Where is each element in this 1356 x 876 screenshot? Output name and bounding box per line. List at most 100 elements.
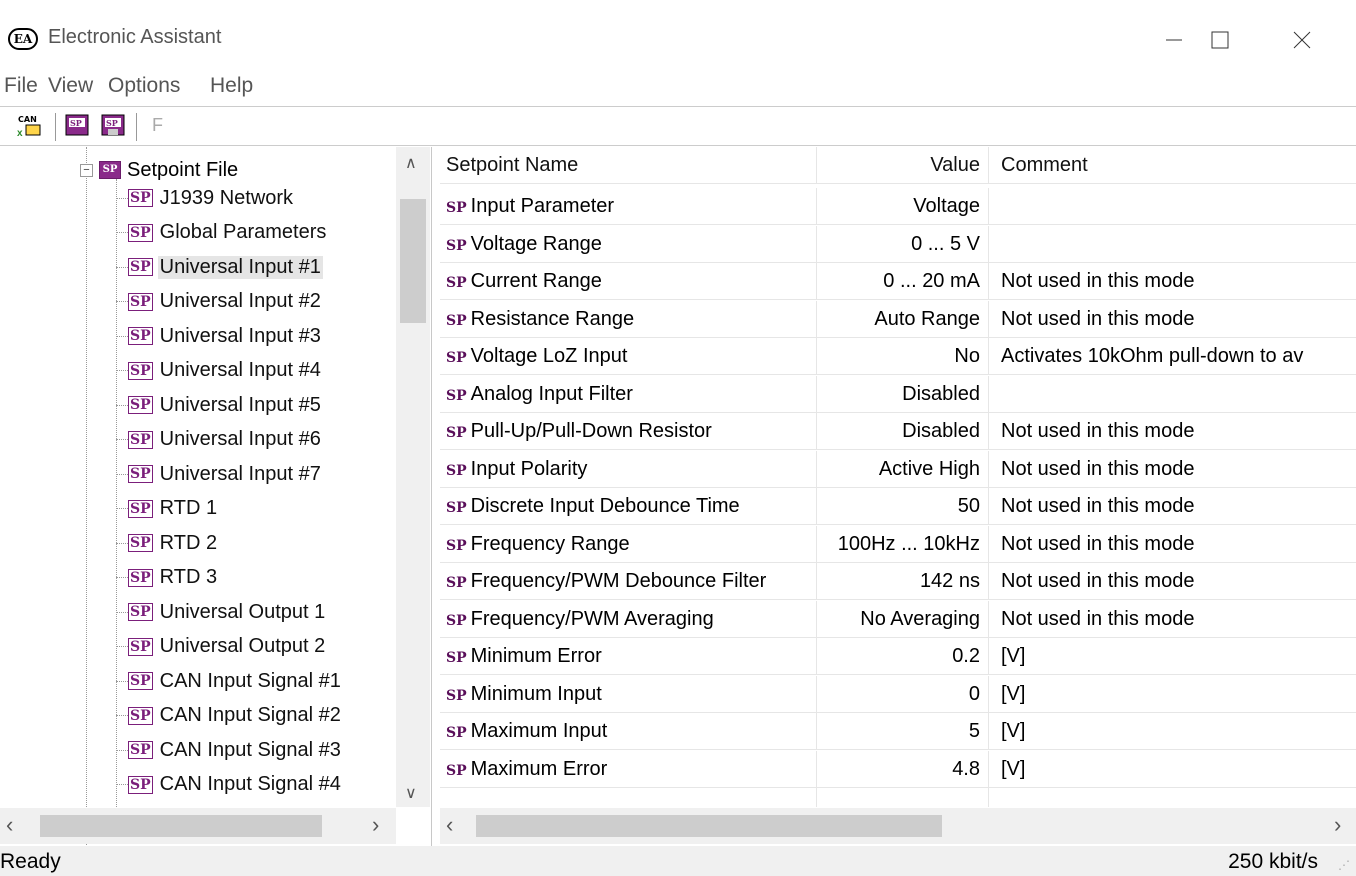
menu-help[interactable]: Help: [210, 74, 253, 98]
tree-item[interactable]: SP CAN Input Signal #2: [116, 699, 343, 733]
menu-file[interactable]: File: [4, 74, 38, 98]
table-row[interactable]: SP Discrete Input Debounce Time 50 Not used…: [440, 488, 1356, 525]
tree-item[interactable]: SP Universal Input #1: [116, 250, 323, 284]
table-row[interactable]: SP Frequency/PWM Averaging No Averaging Not…: [440, 600, 1356, 638]
tree-item[interactable]: SP RTD 1: [116, 492, 219, 526]
scroll-thumb[interactable]: [40, 815, 322, 837]
setpoint-name-cell[interactable]: SP Input Parameter: [446, 188, 816, 224]
setpoint-name-cell[interactable]: SP Frequency/PWM Averaging: [446, 601, 816, 637]
table-row[interactable]: SP Voltage LoZ Input No Activates 10kOhm pu…: [440, 338, 1356, 375]
tree-item[interactable]: SP Universal Input #2: [116, 285, 323, 319]
table-row[interactable]: SP Current Range 0 ... 20 mA Not used in th…: [440, 263, 1356, 300]
tree-vertical-scrollbar[interactable]: ∧ ∨: [396, 147, 430, 807]
resize-grip-icon[interactable]: ⋰: [1338, 858, 1350, 872]
setpoint-name-cell[interactable]: SP Analog Input Filter: [446, 376, 816, 412]
setpoint-name-cell[interactable]: SP Input Polarity: [446, 451, 816, 487]
table-row[interactable]: SP Resistance Range Auto Range Not used in …: [440, 300, 1356, 338]
tree-item[interactable]: SP Universal Input #4: [116, 354, 323, 388]
table-row[interactable]: SP Input Parameter Voltage: [440, 188, 1356, 225]
table-row[interactable]: SP Frequency/PWM Debounce Filter 142 ns Not…: [440, 563, 1356, 600]
scroll-thumb[interactable]: [400, 199, 426, 323]
scroll-right-icon[interactable]: ›: [372, 812, 379, 838]
setpoint-name-cell[interactable]: SP Frequency/PWM Debounce Filter: [446, 563, 816, 599]
setpoint-value-cell[interactable]: Auto Range: [816, 300, 988, 337]
tree-item[interactable]: SP CAN Input Signal #3: [116, 733, 343, 767]
collapse-icon[interactable]: −: [80, 163, 93, 177]
setpoint-value-cell[interactable]: 4.8: [816, 750, 988, 787]
setpoint-value-cell[interactable]: 100Hz ... 10kHz: [816, 525, 988, 562]
scroll-left-icon[interactable]: ‹: [446, 812, 453, 838]
tree-horizontal-scrollbar[interactable]: ‹ ›: [0, 808, 396, 844]
setpoint-grid: Setpoint Name Value Comment SP Input Para…: [440, 147, 1356, 807]
table-row[interactable]: SP Maximum Input 5 [V]: [440, 713, 1356, 750]
table-row[interactable]: SP Maximum Error 4.8 [V]: [440, 750, 1356, 788]
setpoint-value-cell[interactable]: No Averaging: [816, 600, 988, 637]
table-row[interactable]: SP Input Polarity Active High Not used in t…: [440, 450, 1356, 488]
table-row[interactable]: SP Voltage Range 0 ... 5 V: [440, 225, 1356, 263]
setpoint-name-cell[interactable]: SP Minimum Error: [446, 638, 816, 674]
can-connect-button[interactable]: CAN x: [16, 112, 44, 140]
column-header-value[interactable]: Value: [816, 147, 988, 183]
setpoint-name-cell[interactable]: SP Resistance Range: [446, 301, 816, 337]
tree-item[interactable]: SP Universal Input #7: [116, 457, 323, 491]
open-setpoint-button[interactable]: SP: [64, 112, 92, 140]
table-row[interactable]: SP Frequency Range 100Hz ... 10kHz Not used…: [440, 525, 1356, 563]
flash-button[interactable]: F: [152, 115, 163, 136]
setpoint-icon: SP: [446, 425, 467, 441]
setpoint-value-cell[interactable]: 0 ... 20 mA: [816, 263, 988, 299]
scroll-down-icon[interactable]: ∨: [405, 783, 417, 803]
setpoint-value-cell[interactable]: Disabled: [816, 413, 988, 449]
svg-text:x: x: [17, 128, 23, 139]
close-button[interactable]: [1272, 18, 1332, 62]
setpoint-value-cell[interactable]: 5: [816, 713, 988, 749]
tree-item[interactable]: SP Universal Output 2: [116, 630, 327, 664]
setpoint-value-cell[interactable]: 0.2: [816, 638, 988, 674]
scroll-right-icon[interactable]: ›: [1334, 812, 1341, 838]
tree-item[interactable]: SP Universal Output 1: [116, 595, 327, 629]
setpoint-name: Current Range: [470, 270, 602, 292]
setpoint-name-cell[interactable]: SP Pull-Up/Pull-Down Resistor: [446, 413, 816, 449]
setpoint-name-cell[interactable]: SP Maximum Error: [446, 751, 816, 787]
setpoint-name-cell[interactable]: SP Voltage LoZ Input: [446, 338, 816, 374]
setpoint-value-cell[interactable]: 0: [816, 675, 988, 712]
tree-item[interactable]: SP Universal Input #6: [116, 423, 323, 457]
tree-item[interactable]: SP J1939 Network: [116, 181, 295, 215]
menu-view[interactable]: View: [48, 74, 93, 98]
save-setpoint-button[interactable]: SP: [100, 112, 128, 140]
setpoint-value-cell[interactable]: 0 ... 5 V: [816, 225, 988, 262]
maximize-button[interactable]: [1190, 18, 1250, 62]
scroll-up-icon[interactable]: ∧: [405, 153, 417, 173]
setpoint-value-cell[interactable]: Active High: [816, 450, 988, 487]
baud-rate: 250 kbit/s: [1228, 850, 1318, 873]
setpoint-value-cell[interactable]: Voltage: [816, 188, 988, 224]
table-row[interactable]: SP Pull-Up/Pull-Down Resistor Disabled Not …: [440, 413, 1356, 450]
setpoint-value-cell[interactable]: Disabled: [816, 375, 988, 412]
setpoint-icon: SP: [128, 327, 153, 345]
setpoint-value-cell[interactable]: 142 ns: [816, 563, 988, 599]
setpoint-name-cell[interactable]: SP Discrete Input Debounce Time: [446, 488, 816, 524]
tree-item[interactable]: SP Global Parameters: [116, 216, 328, 250]
setpoint-name-cell[interactable]: SP Frequency Range: [446, 526, 816, 562]
setpoint-name-cell[interactable]: SP Voltage Range: [446, 226, 816, 262]
tree-item[interactable]: SP Universal Input #5: [116, 388, 323, 422]
setpoint-name-cell[interactable]: SP Minimum Input: [446, 676, 816, 712]
tree-item[interactable]: SP RTD 2: [116, 526, 219, 560]
tree-item[interactable]: SP Universal Input #3: [116, 319, 323, 353]
table-row[interactable]: SP Minimum Input 0 [V]: [440, 675, 1356, 713]
setpoint-tree[interactable]: − SP Setpoint File SP J1939 Network SP Glob…: [0, 147, 432, 847]
table-row[interactable]: SP Analog Input Filter Disabled: [440, 375, 1356, 413]
setpoint-name-cell[interactable]: SP Current Range: [446, 263, 816, 299]
scroll-left-icon[interactable]: ‹: [6, 812, 13, 838]
scroll-thumb[interactable]: [476, 815, 942, 837]
setpoint-value-cell[interactable]: 50: [816, 488, 988, 524]
setpoint-name-cell[interactable]: SP Maximum Input: [446, 713, 816, 749]
column-header-name[interactable]: Setpoint Name: [446, 147, 816, 183]
menu-options[interactable]: Options: [108, 74, 180, 98]
setpoint-value-cell[interactable]: No: [816, 338, 988, 374]
tree-item[interactable]: SP CAN Input Signal #4: [116, 768, 343, 802]
tree-item[interactable]: SP RTD 3: [116, 561, 219, 595]
tree-item[interactable]: SP CAN Input Signal #1: [116, 664, 343, 698]
grid-horizontal-scrollbar[interactable]: ‹ ›: [440, 808, 1356, 844]
table-row[interactable]: SP Minimum Error 0.2 [V]: [440, 638, 1356, 675]
column-header-comment[interactable]: Comment: [988, 147, 1356, 183]
